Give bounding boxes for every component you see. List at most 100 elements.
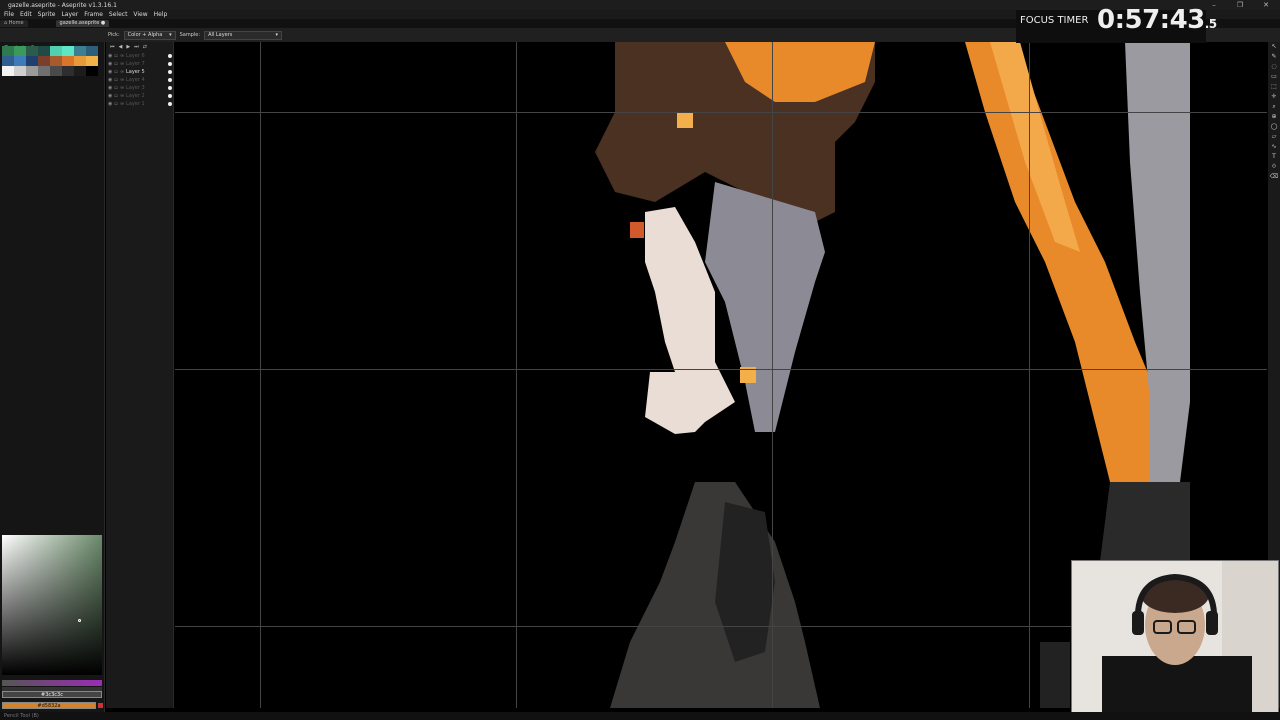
focus-timer-label: FOCUS TIMER [1020,15,1089,26]
menu-view[interactable]: View [133,11,147,18]
tool-icon[interactable]: ↖ [1271,44,1276,50]
eye-icon[interactable]: ◉ [108,93,112,99]
lock-icon[interactable]: ▫ [114,53,118,59]
last-frame-icon[interactable]: ⏭ [134,44,139,50]
link-icon[interactable]: ∞ [120,61,124,67]
layer-row[interactable]: ◉ ▫ ∞ Layer 5 [108,68,172,76]
tool-icon[interactable]: ✛ [1271,94,1276,100]
palette-swatch[interactable] [14,46,26,56]
tab-home[interactable]: ⌂ Home [0,20,28,27]
palette-swatch[interactable] [38,56,50,66]
palette-swatch[interactable] [86,56,98,66]
menu-edit[interactable]: Edit [20,11,32,18]
link-icon[interactable]: ∞ [120,69,124,75]
palette-swatch[interactable] [86,46,98,56]
palette-swatch[interactable] [74,46,86,56]
palette-swatch[interactable] [26,66,38,76]
layer-row[interactable]: ◉ ▫ ∞ Layer 3 [108,84,172,92]
lock-icon[interactable]: ▫ [114,101,118,107]
cel-dot[interactable] [168,62,172,66]
palette-swatch[interactable] [86,66,98,76]
close-icon[interactable]: ✕ [1262,1,1270,9]
tool-icon[interactable]: ∿ [1271,144,1276,150]
link-icon[interactable]: ∞ [120,53,124,59]
tool-icon[interactable]: ◯ [1271,124,1278,130]
palette-swatch[interactable] [50,66,62,76]
palette-swatch[interactable] [62,56,74,66]
palette-swatch[interactable] [74,56,86,66]
palette-swatch[interactable] [62,46,74,56]
menu-sprite[interactable]: Sprite [38,11,56,18]
loop-icon[interactable]: ⇄ [143,44,147,50]
pick-dropdown[interactable]: Color + Alpha ▾ [123,30,176,40]
tool-icon[interactable]: ✎ [1271,54,1276,60]
lock-icon[interactable]: ▫ [114,85,118,91]
menu-frame[interactable]: Frame [84,11,103,18]
layer-row[interactable]: ◉ ▫ ∞ Layer 2 [108,92,172,100]
eye-icon[interactable]: ◉ [108,85,112,91]
layer-row[interactable]: ◉ ▫ ∞ Layer 4 [108,76,172,84]
first-frame-icon[interactable]: ⏮ [110,44,115,50]
palette-swatch[interactable] [62,66,74,76]
cel-dot[interactable] [168,78,172,82]
lock-icon[interactable]: ▫ [114,61,118,67]
foreground-color[interactable]: #d5832a [2,702,96,709]
webcam-overlay [1071,560,1279,717]
link-icon[interactable]: ∞ [120,101,124,107]
color-selector[interactable] [2,535,102,675]
menu-select[interactable]: Select [109,11,128,18]
tab-gazelle[interactable]: gazelle.aseprite ● [55,20,110,27]
cel-dot[interactable] [168,70,172,74]
tool-icon[interactable]: ⌕ [1272,104,1275,110]
prev-frame-icon[interactable]: ◀ [119,44,123,50]
eye-icon[interactable]: ◉ [108,101,112,107]
tool-icon[interactable]: ⬚ [1271,84,1277,90]
background-color[interactable]: #3c3c3c [2,691,102,698]
palette-swatch[interactable] [38,66,50,76]
link-icon[interactable]: ∞ [120,77,124,83]
window-titlebar: gazelle.aseprite - Aseprite v1.3.16.1 – … [0,0,1280,10]
menu-help[interactable]: Help [154,11,168,18]
tool-icon[interactable]: T [1272,154,1276,160]
palette-swatch[interactable] [2,66,14,76]
lock-icon[interactable]: ▫ [114,69,118,75]
tool-icon[interactable]: ⊕ [1271,114,1276,120]
palette-swatch[interactable] [26,46,38,56]
maximize-icon[interactable]: ❐ [1236,1,1244,9]
menu-layer[interactable]: Layer [61,11,78,18]
cel-dot[interactable] [168,94,172,98]
play-icon[interactable]: ▶ [126,44,130,50]
palette-swatch[interactable] [74,66,86,76]
palette-swatch[interactable] [50,46,62,56]
eye-icon[interactable]: ◉ [108,61,112,67]
palette-swatch[interactable] [38,46,50,56]
sample-dropdown[interactable]: All Layers ▾ [204,30,283,40]
palette-swatch[interactable] [2,46,14,56]
sample-value: All Layers [208,32,233,38]
layer-row[interactable]: ◉ ▫ ∞ Layer 6 [108,52,172,60]
tool-icon[interactable]: ◌ [1271,64,1276,70]
link-icon[interactable]: ∞ [120,85,124,91]
tool-icon[interactable]: ⟐ [1272,164,1277,170]
link-icon[interactable]: ∞ [120,93,124,99]
lock-icon[interactable]: ▫ [114,93,118,99]
palette-swatch[interactable] [14,56,26,66]
menu-file[interactable]: File [4,11,14,18]
eye-icon[interactable]: ◉ [108,77,112,83]
palette-swatch[interactable] [2,56,14,66]
lock-icon[interactable]: ▫ [114,77,118,83]
cel-dot[interactable] [168,86,172,90]
eye-icon[interactable]: ◉ [108,69,112,75]
tool-icon[interactable]: ▭ [1271,74,1277,80]
tool-icon[interactable]: ⌫ [1270,174,1278,180]
palette-swatch[interactable] [26,56,38,66]
layer-row[interactable]: ◉ ▫ ∞ Layer 7 [108,60,172,68]
cel-dot[interactable] [168,54,172,58]
palette-swatch[interactable] [50,56,62,66]
cel-dot[interactable] [168,102,172,106]
hue-slider[interactable] [2,680,102,686]
tool-icon[interactable]: ▱ [1272,134,1277,140]
palette-swatch[interactable] [14,66,26,76]
eye-icon[interactable]: ◉ [108,53,112,59]
layer-row[interactable]: ◉ ▫ ∞ Layer 1 [108,100,172,108]
